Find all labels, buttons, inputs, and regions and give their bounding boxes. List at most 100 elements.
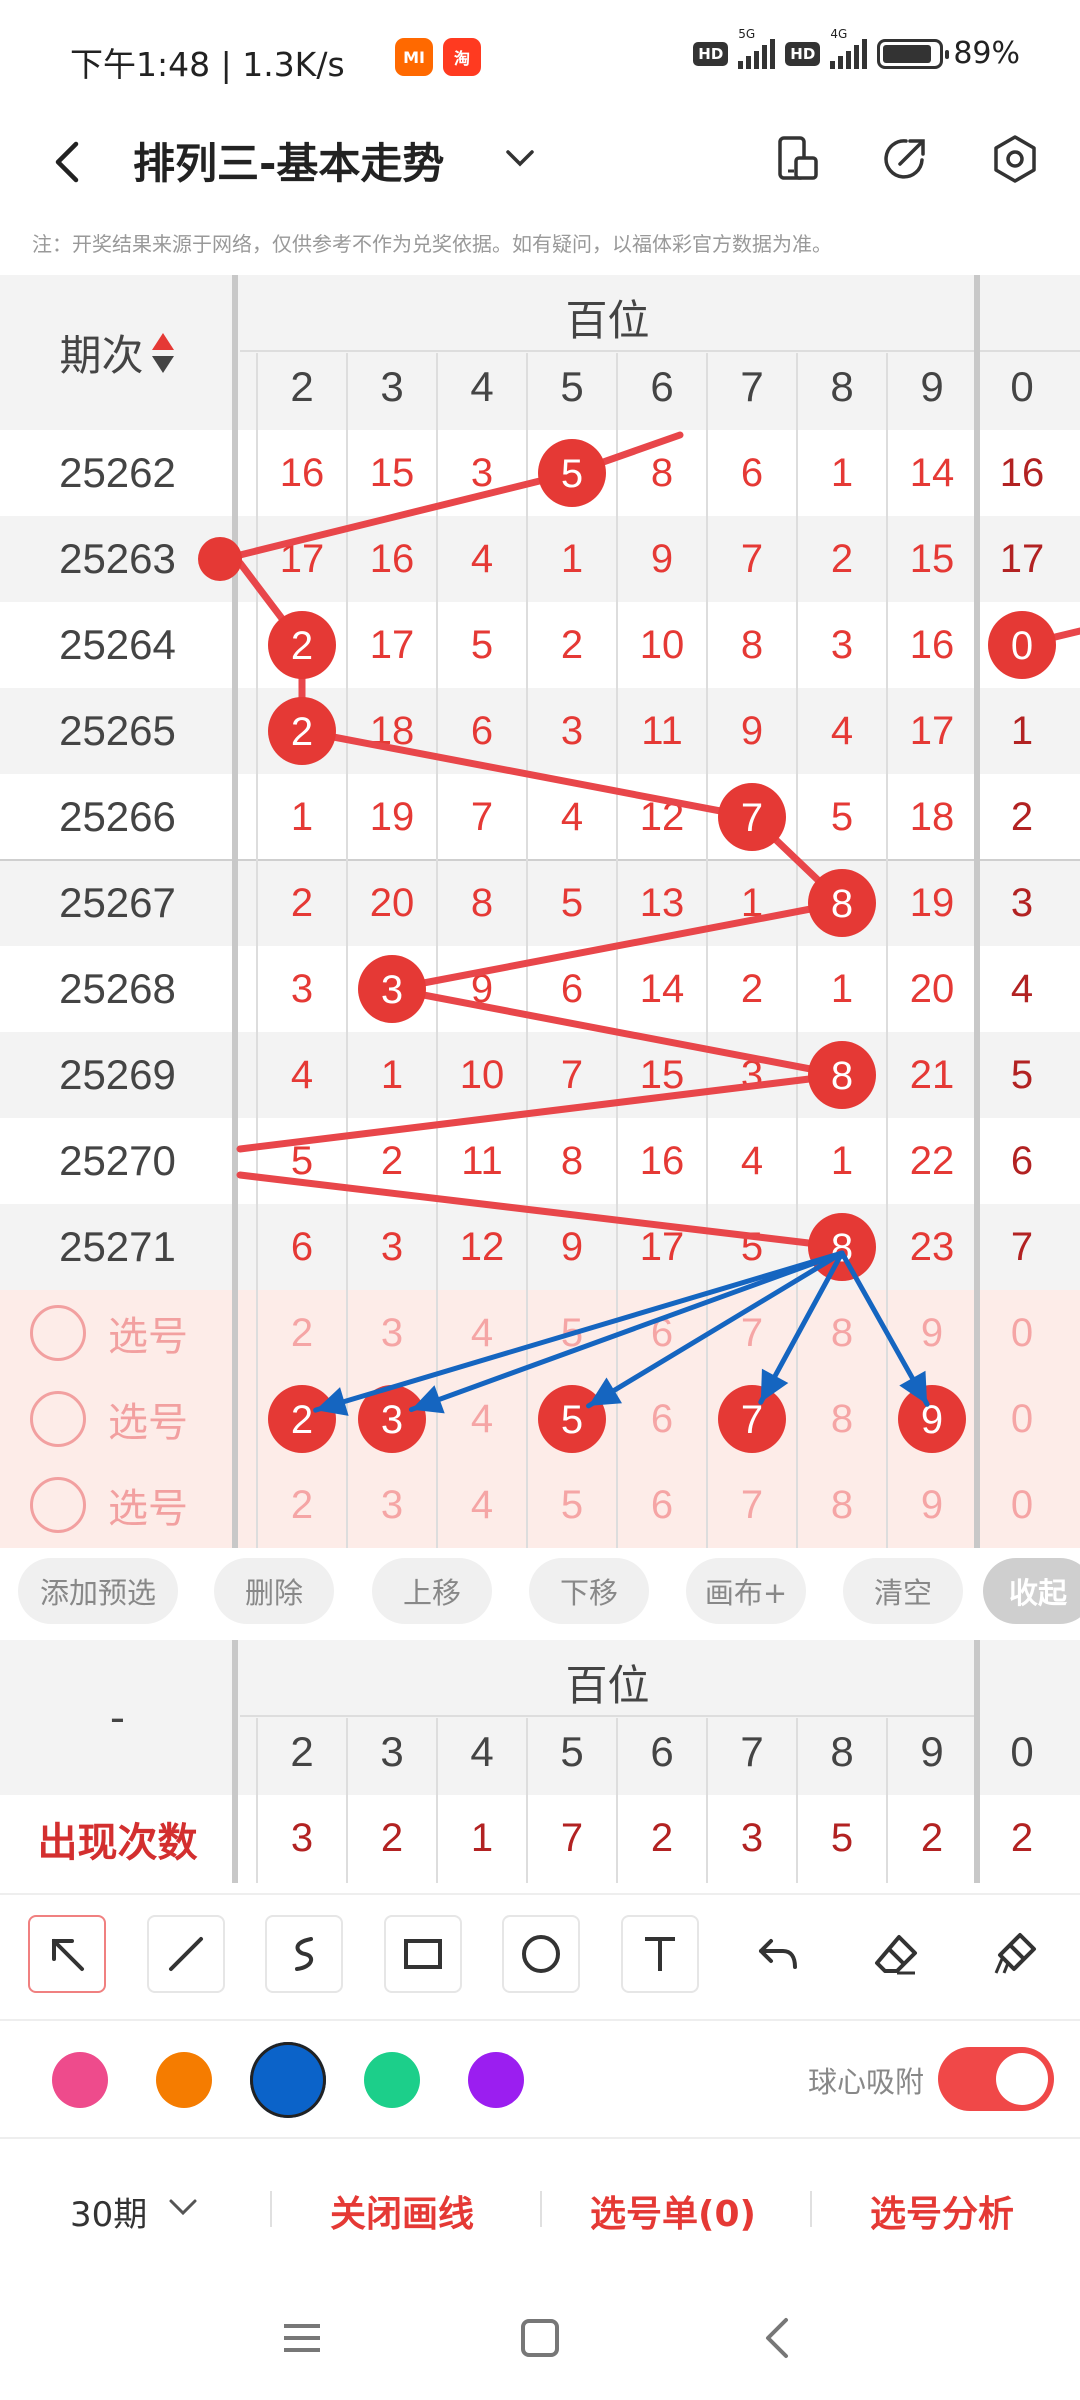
move-up-button[interactable]: 上移	[372, 1558, 492, 1624]
hd-badge-2: HD	[785, 41, 821, 66]
hit-ball: 8	[808, 1213, 876, 1281]
hit-ball-partial	[198, 537, 242, 581]
hit-ball: 0	[988, 611, 1056, 679]
mi-app-icon: MI	[395, 38, 433, 76]
device-icon[interactable]	[762, 124, 832, 194]
battery-percent: 89%	[953, 36, 1020, 71]
clear-brush-icon[interactable]	[976, 1915, 1054, 1993]
drawing-toolbar	[0, 1893, 1080, 2019]
color-swatch[interactable]	[364, 2052, 420, 2108]
svg-text:7: 7	[741, 1398, 763, 1442]
trend-grid: 期次百位234567890252621615358611416252631716…	[0, 275, 1080, 1548]
snap-label: 球心吸附	[808, 2065, 925, 2099]
appear-count-cell: 5	[830, 1815, 854, 1860]
add-preselect-button[interactable]: 添加预选	[18, 1558, 178, 1624]
svg-text:8: 8	[831, 1054, 853, 1098]
appear-count-label: 出现次数	[37, 1820, 198, 1866]
stats-grid: - 百位 2 3 4 5 6 7 8 9 0 出现次数 3 2 1 7 2 3 5 2 2	[0, 1640, 1080, 1893]
svg-text:9: 9	[921, 1398, 943, 1442]
stats-group-title: 百位	[565, 1661, 650, 1710]
hit-ball: 7	[718, 783, 786, 851]
canvas-plus-button[interactable]: 画布+	[686, 1558, 806, 1624]
status-time: 下午1:48 | 1.3K/s	[70, 45, 345, 84]
appear-count-cell: 2	[380, 1815, 404, 1860]
snap-toggle[interactable]	[938, 2047, 1054, 2111]
appear-count-cell: 1	[470, 1815, 494, 1860]
pick-analysis-button[interactable]: 选号分析	[870, 2185, 1014, 2237]
toggle-knob	[996, 2053, 1048, 2105]
curve-tool-icon[interactable]	[265, 1915, 343, 1993]
svg-text:0: 0	[1011, 624, 1033, 668]
stats-column-header: 4	[470, 1728, 494, 1775]
svg-text:3: 3	[381, 1398, 403, 1442]
status-bar: 下午1:48 | 1.3K/s MI 淘 HD 5G HD 4G 89%	[0, 0, 1080, 110]
eraser-icon[interactable]	[857, 1915, 935, 1993]
color-swatch[interactable]	[52, 2052, 108, 2108]
svg-text:7: 7	[741, 796, 763, 840]
back-nav-icon[interactable]	[748, 2308, 808, 2368]
arrow-head	[588, 1377, 622, 1406]
delete-button[interactable]: 删除	[214, 1558, 334, 1624]
clear-button[interactable]: 清空	[843, 1558, 963, 1624]
appear-count-cell: 3	[290, 1815, 314, 1860]
network-5g-label: 5G	[738, 26, 756, 41]
hit-ball: 2	[268, 611, 336, 679]
collapse-button[interactable]: 收起	[983, 1558, 1080, 1624]
hit-ball: 8	[808, 869, 876, 937]
stats-header: - 百位 2 3 4 5 6 7 8 9 0	[0, 1640, 1080, 1795]
hit-ball: 8	[808, 1041, 876, 1109]
battery-icon	[877, 38, 950, 69]
pointer-tool-icon[interactable]	[28, 1915, 106, 1993]
undo-icon[interactable]	[739, 1915, 817, 1993]
svg-text:5: 5	[561, 452, 583, 496]
selected-ball: 7	[718, 1385, 786, 1453]
color-swatch[interactable]	[250, 2042, 326, 2118]
stats-column-header: 2	[290, 1728, 314, 1775]
appear-count-cell: 2	[1010, 1815, 1034, 1860]
selected-ball: 2	[268, 1385, 336, 1453]
action-buttons-row: 添加预选 删除 上移 下移 画布+ 清空 收起	[0, 1540, 1080, 1640]
svg-text:5: 5	[561, 1398, 583, 1442]
svg-text:2: 2	[291, 624, 313, 668]
hit-ball: 3	[358, 955, 426, 1023]
status-indicators: HD 5G HD 4G 89%	[693, 27, 1020, 71]
trend-overlay: 5 2 2 7 8 3 8 8 0 2 3 5 7 9	[198, 431, 1080, 1453]
line-tool-icon[interactable]	[147, 1915, 225, 1993]
share-icon[interactable]	[870, 124, 940, 194]
text-tool-icon[interactable]	[621, 1915, 699, 1993]
hit-ball: 2	[268, 697, 336, 765]
chevron-down-icon[interactable]	[500, 138, 540, 178]
back-icon[interactable]	[40, 134, 96, 190]
disclaimer-note: 注：开奖结果来源于网络，仅供参考不作为兑奖依据。如有疑问，以福体彩官方数据为准。	[32, 232, 832, 256]
appear-count-cell: 7	[560, 1815, 584, 1860]
stats-column-header: 6	[650, 1728, 674, 1775]
bottom-action-bar: 30期 关闭画线 选号单(0) 选号分析	[0, 2137, 1080, 2272]
period-select[interactable]: 30期	[70, 2187, 147, 2236]
stats-column-header: 5	[560, 1728, 584, 1775]
circle-tool-icon[interactable]	[502, 1915, 580, 1993]
color-swatch[interactable]	[156, 2052, 212, 2108]
chevron-down-icon[interactable]	[165, 2189, 201, 2225]
selected-ball: 9	[898, 1385, 966, 1453]
stats-corner: -	[109, 1693, 126, 1742]
app-header: 排列三-基本走势	[0, 110, 1080, 230]
settings-icon[interactable]	[980, 124, 1050, 194]
signal-5g-icon: 5G	[738, 27, 776, 69]
stats-column-header: 8	[830, 1728, 854, 1775]
appear-count-cell: 2	[650, 1815, 674, 1860]
page-title[interactable]: 排列三-基本走势	[133, 130, 444, 191]
stats-row: 出现次数 3 2 1 7 2 3 5 2 2	[0, 1795, 1080, 1883]
close-lines-button[interactable]: 关闭画线	[330, 2185, 474, 2237]
svg-text:3: 3	[381, 968, 403, 1012]
stats-column-header: 9	[920, 1728, 944, 1775]
taobao-app-icon: 淘	[443, 38, 481, 76]
rectangle-tool-icon[interactable]	[384, 1915, 462, 1993]
color-swatch[interactable]	[468, 2052, 524, 2108]
home-icon[interactable]	[510, 2308, 570, 2368]
stats-column-header: 3	[380, 1728, 404, 1775]
move-down-button[interactable]: 下移	[529, 1558, 649, 1624]
svg-text:2: 2	[291, 1398, 313, 1442]
menu-icon[interactable]	[272, 2308, 332, 2368]
pick-list-button[interactable]: 选号单(0)	[590, 2185, 756, 2237]
svg-text:2: 2	[291, 710, 313, 754]
